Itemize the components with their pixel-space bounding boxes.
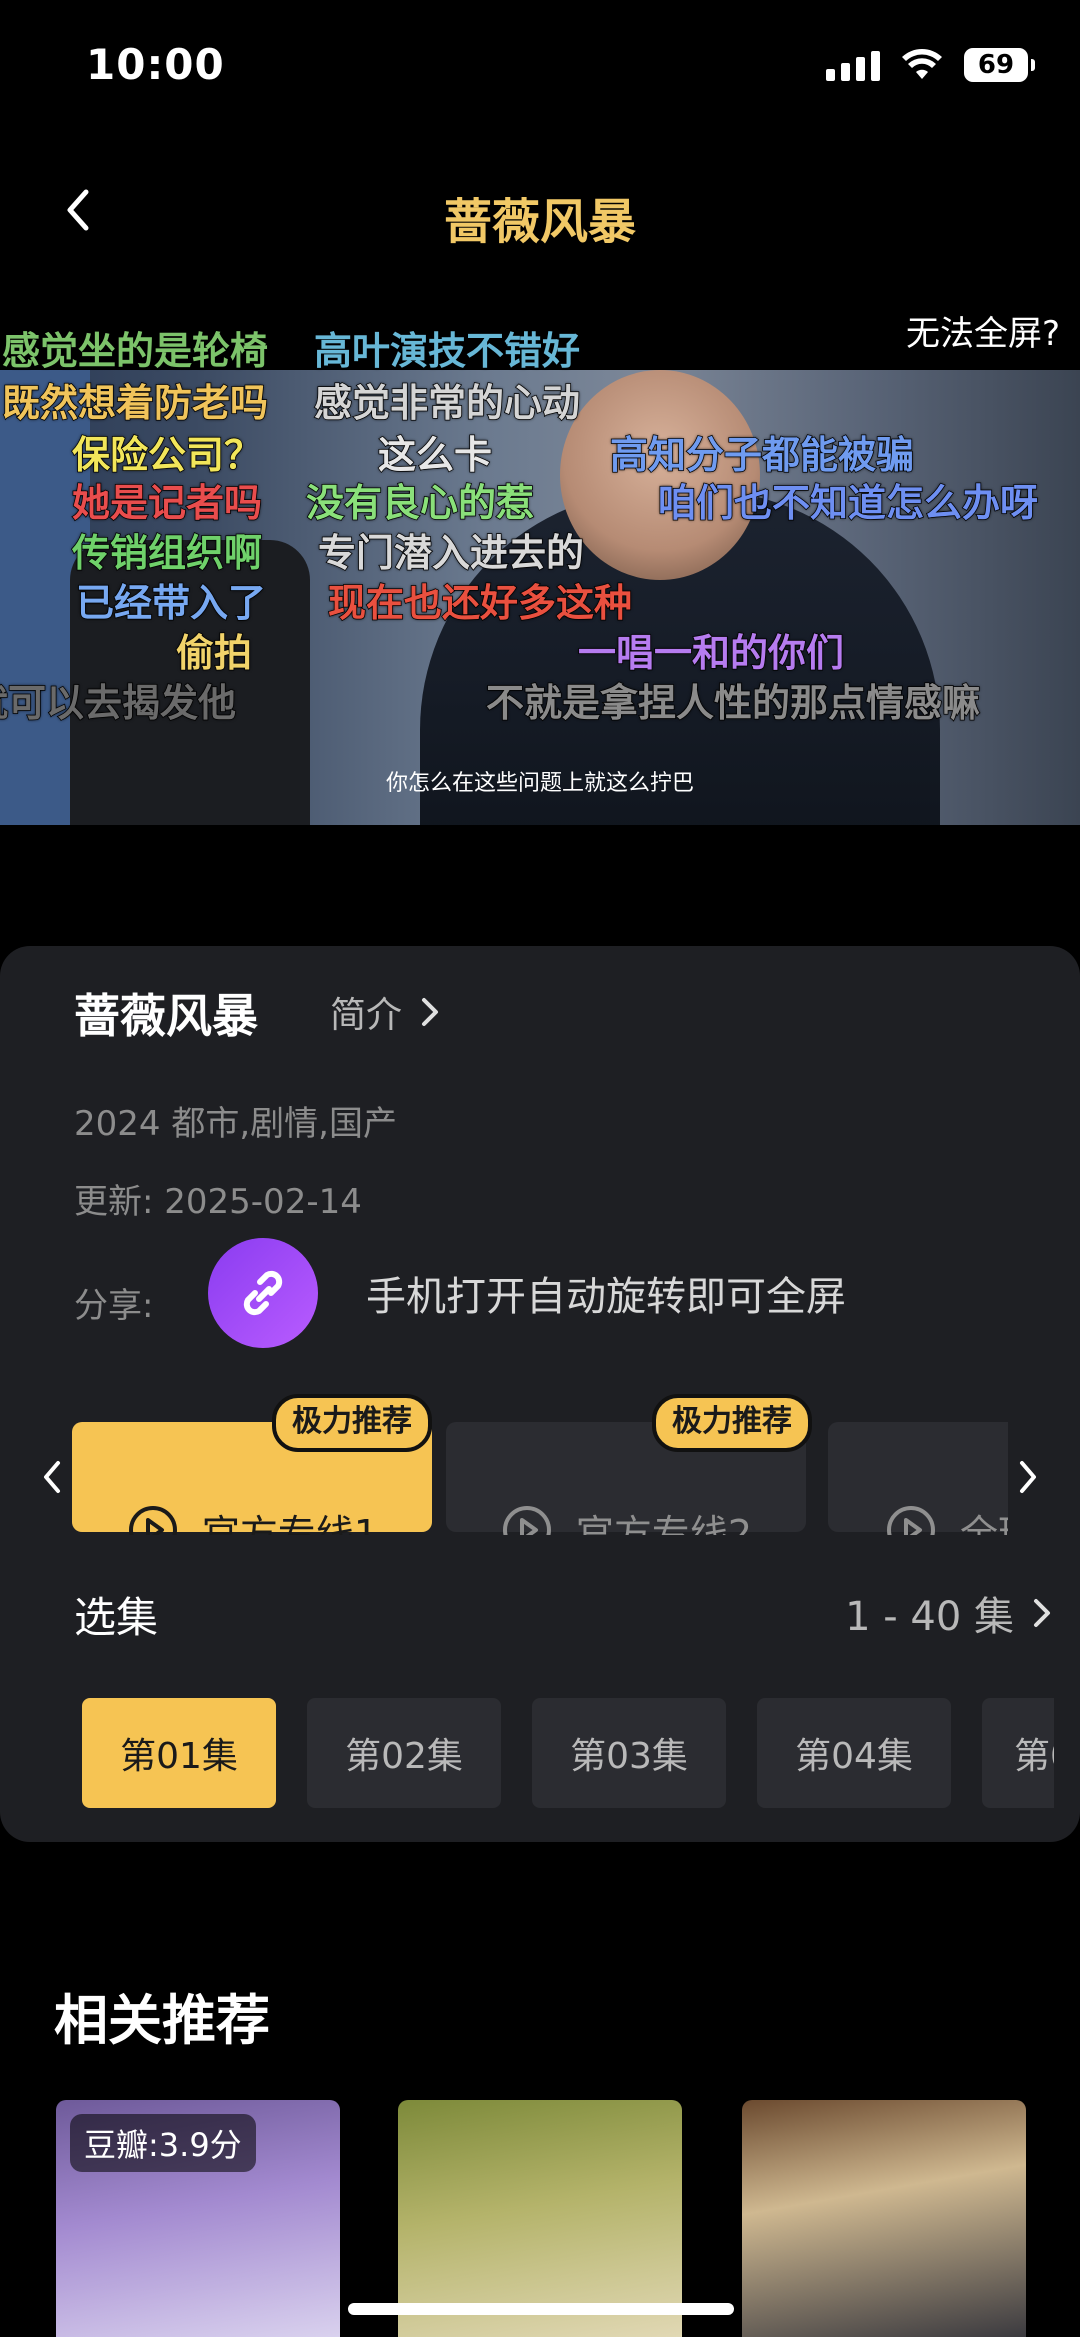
danmaku-item: 高叶演技不错好 [313,328,581,374]
drama-title: 蔷薇风暴 [74,989,258,1043]
danmaku-item: 就可以去揭发他 [0,680,237,726]
episode-item-5[interactable]: 第05集 [982,1698,1054,1808]
intro-link[interactable]: 简介 [330,986,440,1038]
episode-item-2[interactable]: 第02集 [307,1698,501,1808]
episode-list: 第01集 第02集 第03集 第04集 第05集 [82,1698,1054,1810]
recommend-badge: 极力推荐 [272,1394,432,1452]
share-tip: 手机打开自动旋转即可全屏 [366,1274,846,1320]
danmaku-item: 已经带入了 [75,580,267,626]
recommend-badge: 极力推荐 [652,1394,812,1452]
line-label: 全球 [960,1511,1008,1536]
update-line: 更新: 2025-02-14 [74,1182,362,1222]
share-label: 分享: [74,1286,154,1326]
line-list: 官方专线1 官方专线2 全球 [72,1420,1008,1535]
recommend-poster-2[interactable] [398,2100,682,2337]
danmaku-item: 高知分子都能被骗 [609,432,915,478]
danmaku-item: 偷拍 [175,630,253,676]
line-label: 官方专线1 [201,1511,379,1536]
episodes-range-link[interactable]: 1 - 40 集 [845,1584,1052,1642]
danmaku-item: 感觉坐的是轮椅 [1,328,269,374]
danmaku-item: 既然想着防老吗 [1,380,269,426]
danmaku-item: 这么卡 [377,432,493,478]
share-link-button[interactable] [208,1238,318,1348]
episode-item-1[interactable]: 第01集 [82,1698,276,1808]
episodes-range: 1 - 40 集 [845,1594,1014,1640]
episodes-label: 选集 [74,1593,159,1642]
intro-label: 简介 [330,995,403,1036]
line-prev-arrow-icon[interactable] [36,1455,66,1499]
chevron-right-icon [1034,1599,1050,1627]
recommend-title: 相关推荐 [54,1989,270,2052]
home-indicator[interactable] [348,2303,734,2315]
play-circle-icon [887,1506,935,1535]
danmaku-item: 保险公司？ [71,432,263,478]
recommend-poster-1[interactable]: 豆瓣:3.9分 [56,2100,340,2337]
link-icon [243,1270,283,1316]
rating-badge: 豆瓣:3.9分 [70,2114,256,2172]
line-item-3[interactable]: 全球 [828,1420,1008,1535]
danmaku-item: 她是记者吗 [71,480,263,526]
chevron-right-icon [422,998,439,1026]
genre-line: 2024 都市,剧情,国产 [74,1104,397,1144]
danmaku-item: 一唱一和的你们 [577,630,845,676]
play-circle-icon [128,1506,177,1535]
episode-item-3[interactable]: 第03集 [532,1698,726,1808]
danmaku-item: 不就是拿捏人性的那点情感嘛 [485,680,981,726]
danmaku-item: 专门潜入进去的 [317,530,585,576]
line-label: 官方专线2 [575,1511,753,1536]
line-next-arrow-icon[interactable] [1014,1455,1044,1499]
danmaku-item: 现在也还好多这种 [327,580,633,626]
video-subtitle: 你怎么在这些问题上就这么拧巴 [385,771,694,796]
episode-item-4[interactable]: 第04集 [757,1698,951,1808]
recommend-poster-3[interactable] [742,2100,1026,2337]
play-circle-icon [502,1506,551,1535]
danmaku-item: 没有良心的惹 [305,480,535,526]
danmaku-item: 传销组织啊 [71,530,263,576]
danmaku-item: 感觉非常的心动 [313,380,581,426]
danmaku-layer: 感觉坐的是轮椅 高叶演技不错好 既然想着防老吗 感觉非常的心动 保险公司？ 这么… [0,0,1080,760]
danmaku-item: 咱们也不知道怎么办呀 [657,480,1039,526]
